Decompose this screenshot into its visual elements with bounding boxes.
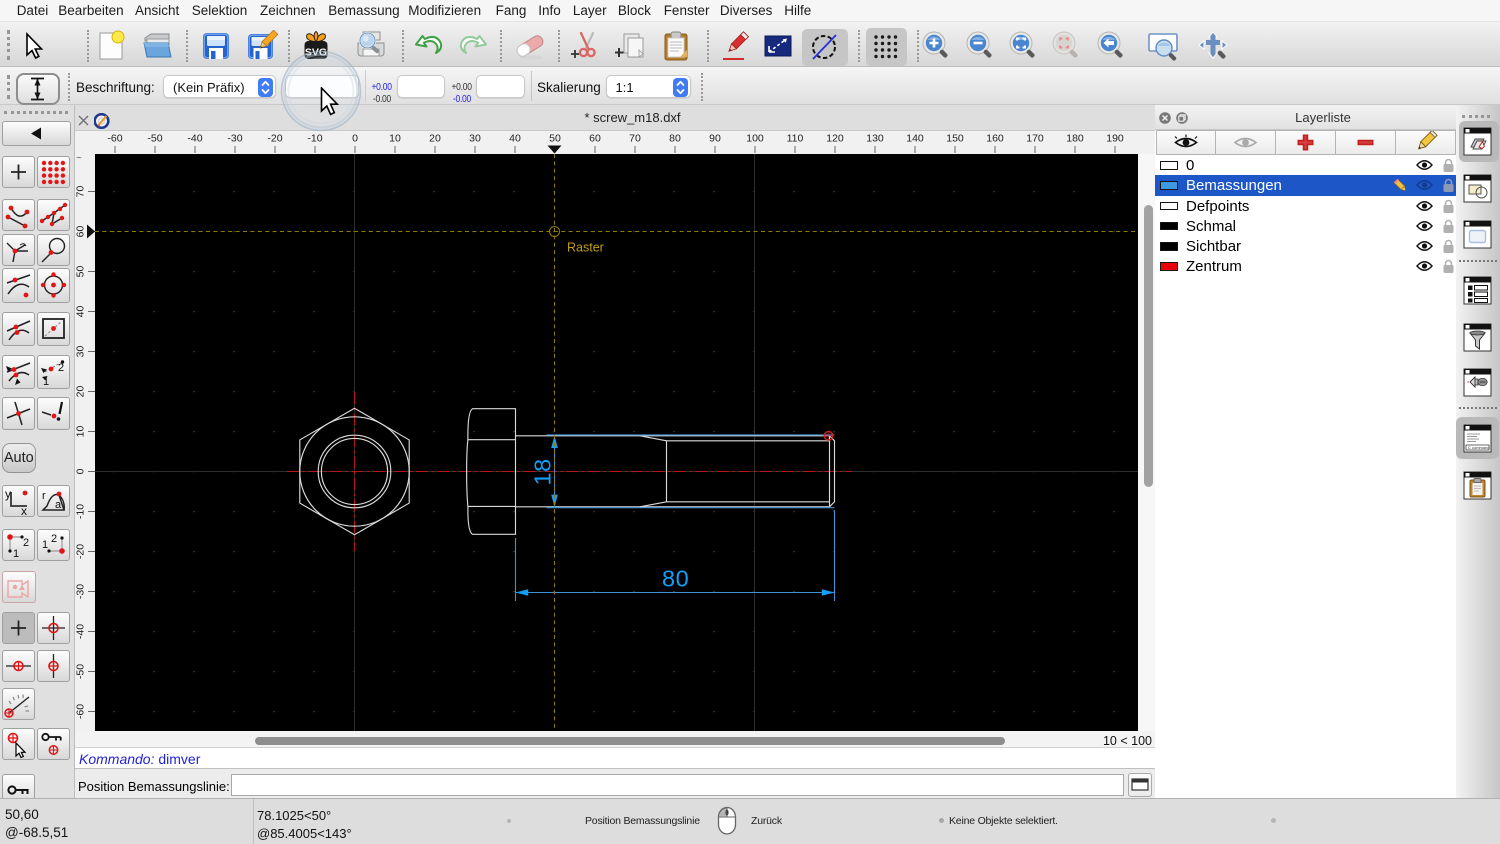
svg-text:18: 18 — [530, 458, 556, 485]
svg-text:180: 180 — [1066, 133, 1084, 145]
svg-text:10: 10 — [389, 133, 401, 145]
svg-text:70: 70 — [629, 133, 641, 145]
svg-text:C command: C command — [1468, 445, 1490, 450]
svg-text:140: 140 — [906, 133, 924, 145]
svg-text:a: a — [55, 499, 62, 511]
svg-text:30: 30 — [469, 133, 481, 145]
svg-text:2: 2 — [58, 362, 64, 374]
svg-text:-40: -40 — [75, 624, 87, 639]
svg-text:100: 100 — [746, 133, 764, 145]
svg-text:-10: -10 — [75, 504, 87, 519]
svg-text:SVG: SVG — [305, 47, 327, 59]
svg-text:80: 80 — [662, 566, 689, 592]
svg-text:80: 80 — [669, 133, 681, 145]
svg-text:-20: -20 — [75, 544, 87, 559]
svg-text:y: y — [5, 487, 11, 501]
svg-text:50: 50 — [549, 133, 561, 145]
svg-text:-60: -60 — [107, 133, 122, 145]
svg-text:40: 40 — [509, 133, 521, 145]
svg-text:-40: -40 — [187, 133, 202, 145]
svg-text:60: 60 — [75, 226, 87, 238]
svg-text:20: 20 — [75, 386, 87, 398]
svg-text:0: 0 — [352, 133, 358, 145]
svg-text:190: 190 — [1106, 133, 1124, 145]
svg-text:1: 1 — [42, 539, 48, 551]
svg-text:0: 0 — [75, 468, 87, 474]
svg-text:Raster: Raster — [567, 241, 604, 255]
svg-text:1: 1 — [13, 548, 19, 560]
svg-text:40: 40 — [75, 306, 87, 318]
svg-text:-50: -50 — [147, 133, 162, 145]
svg-text:20: 20 — [429, 133, 441, 145]
svg-text:1: 1 — [43, 376, 49, 388]
svg-text:120: 120 — [826, 133, 844, 145]
svg-text:60: 60 — [589, 133, 601, 145]
svg-text:~: ~ — [76, 154, 82, 164]
svg-text:50: 50 — [75, 266, 87, 278]
svg-text:10: 10 — [75, 426, 87, 438]
svg-text:x: x — [21, 504, 27, 516]
svg-text:30: 30 — [75, 346, 87, 358]
svg-text:130: 130 — [866, 133, 884, 145]
svg-text:170: 170 — [1026, 133, 1044, 145]
svg-text:-10: -10 — [307, 133, 322, 145]
svg-text:r: r — [42, 490, 46, 502]
svg-text:-50: -50 — [75, 664, 87, 679]
svg-text:-30: -30 — [227, 133, 242, 145]
svg-text:90: 90 — [709, 133, 721, 145]
svg-text:-30: -30 — [75, 584, 87, 599]
svg-text:2: 2 — [23, 537, 29, 549]
svg-text:70: 70 — [75, 186, 87, 198]
svg-text:2: 2 — [51, 533, 57, 545]
svg-text:160: 160 — [986, 133, 1004, 145]
svg-text:-60: -60 — [75, 704, 87, 719]
svg-text:150: 150 — [946, 133, 964, 145]
svg-text:110: 110 — [787, 133, 804, 145]
svg-text:-20: -20 — [267, 133, 282, 145]
